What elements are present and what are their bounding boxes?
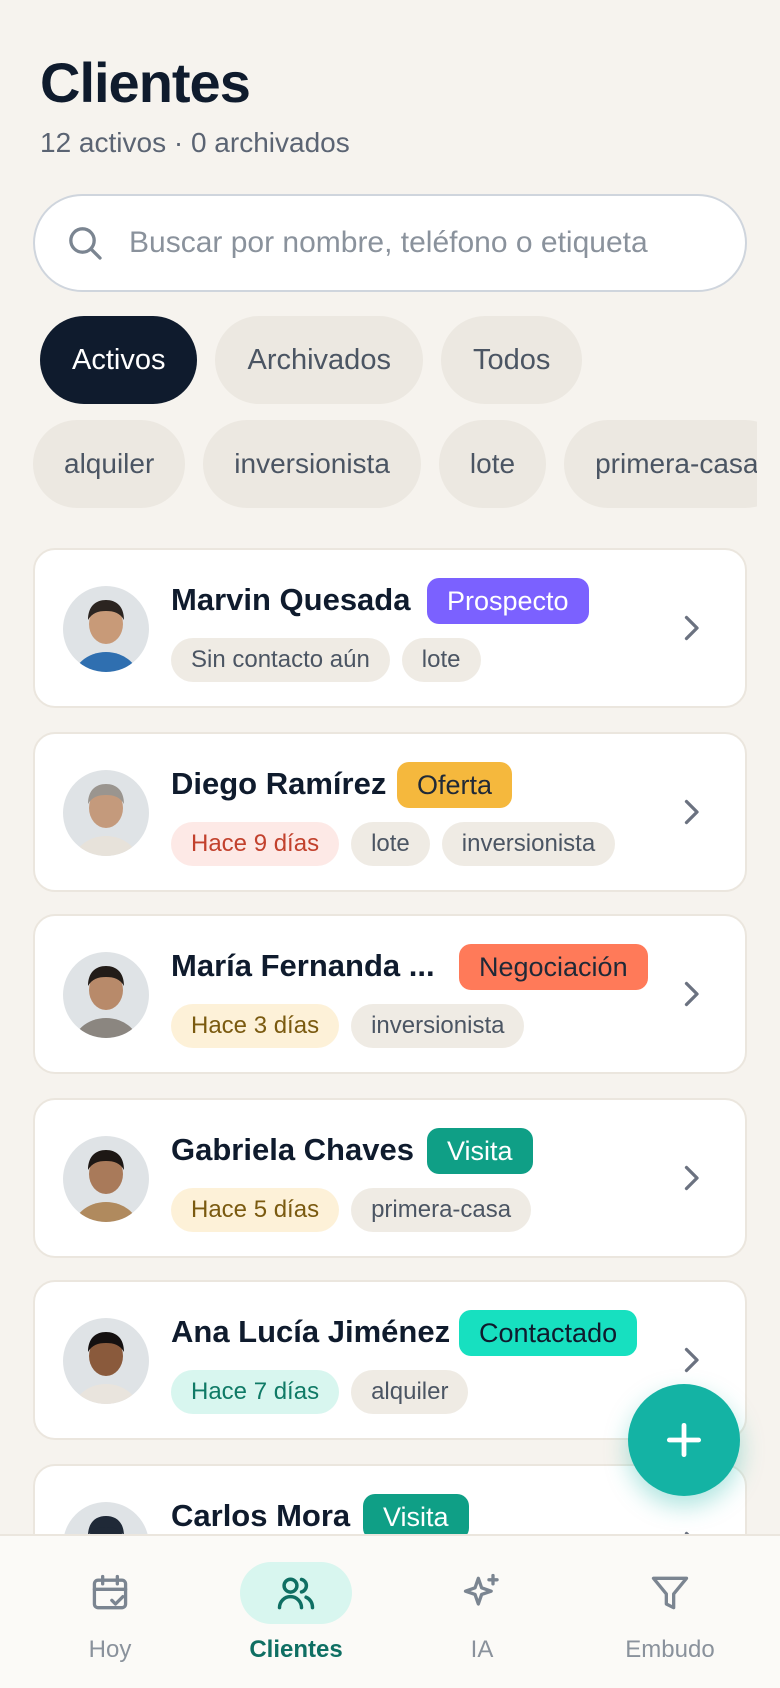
add-client-button[interactable] <box>628 1384 740 1496</box>
status-filter-group: Activos Archivados Todos <box>40 316 583 404</box>
search-bar[interactable] <box>33 194 747 292</box>
nav-label: Hoy <box>88 1636 132 1663</box>
avatar <box>63 586 149 672</box>
plus-icon <box>666 1422 702 1458</box>
calendar-icon <box>92 1574 128 1610</box>
filter-chip-todos[interactable]: Todos <box>440 316 583 404</box>
tag-chip-alquiler[interactable]: alquiler <box>33 420 186 508</box>
client-name: Diego Ramírez <box>171 766 387 801</box>
sparkles-icon <box>463 1573 499 1606</box>
search-icon <box>69 227 102 260</box>
client-card[interactable]: María Fernanda ... Negociación Hace 3 días… <box>33 914 747 1074</box>
tag-filter-row[interactable]: alquiler inversionista lote primera-casa <box>33 420 757 508</box>
stage-badge: Negociación <box>459 944 648 990</box>
chevron-right-icon <box>684 981 699 1007</box>
avatar <box>63 1136 149 1222</box>
client-tag: primera-casa <box>351 1188 532 1232</box>
page-title: Clientes <box>40 51 251 114</box>
nav-item-clientes[interactable]: Clientes <box>226 1562 366 1664</box>
last-contact-pill: Hace 7 días <box>171 1370 340 1414</box>
tag-chip-lote[interactable]: lote <box>438 420 547 508</box>
stage-badge: Contactado <box>459 1310 638 1356</box>
chevron-right-icon <box>684 1347 699 1373</box>
nav-item-hoy[interactable]: Hoy <box>40 1562 180 1664</box>
nav-item-embudo[interactable]: Embudo <box>600 1562 740 1664</box>
page-subtitle: 12 activos · 0 archivados <box>40 127 350 158</box>
client-name: Carlos Mora <box>171 1498 351 1533</box>
avatar <box>63 770 149 856</box>
bottom-nav: Hoy Clientes IA Embudo <box>0 1534 780 1688</box>
client-name: Ana Lucía Jiménez <box>171 1314 451 1349</box>
tag-chip-primera-casa[interactable]: primera-casa <box>564 420 757 508</box>
client-tag: inversionista <box>351 1004 525 1048</box>
nav-label: Clientes <box>249 1636 343 1663</box>
client-meta: Hace 5 días primera-casa <box>171 1188 532 1232</box>
client-card[interactable]: Diego Ramírez Oferta Hace 9 días lote invers… <box>33 732 747 892</box>
search-input[interactable] <box>129 226 729 260</box>
client-tag: alquiler <box>351 1370 469 1414</box>
filter-chip-activos[interactable]: Activos <box>40 316 198 404</box>
client-card[interactable]: Marvin Quesada Prospecto Sin contacto aún l… <box>33 548 747 708</box>
header: Clientes 12 activos · 0 archivados <box>40 50 350 159</box>
nav-label: IA <box>470 1636 494 1663</box>
chevron-right-icon <box>684 615 699 641</box>
stage-badge: Prospecto <box>427 578 589 624</box>
client-tag: lote <box>401 638 481 682</box>
nav-label: Embudo <box>625 1636 715 1663</box>
chevron-right-icon <box>684 1165 699 1191</box>
last-contact-pill: Hace 9 días <box>171 822 340 866</box>
avatar <box>63 952 149 1038</box>
client-name: María Fernanda ... <box>171 948 435 983</box>
client-name: Gabriela Chaves <box>171 1132 414 1167</box>
filter-chip-archivados[interactable]: Archivados <box>215 316 423 404</box>
client-meta: Hace 3 días inversionista <box>171 1004 525 1048</box>
nav-item-ia[interactable]: IA <box>412 1562 552 1664</box>
stage-badge: Oferta <box>397 762 513 808</box>
users-icon <box>277 1577 315 1610</box>
last-contact-pill: Sin contacto aún <box>171 638 390 682</box>
client-meta: Hace 9 días lote inversionista <box>171 822 616 866</box>
tag-chip-inversionista[interactable]: inversionista <box>203 420 421 508</box>
client-tag: inversionista <box>441 822 616 866</box>
client-meta: Hace 7 días alquiler <box>171 1370 469 1414</box>
client-card[interactable]: Gabriela Chaves Visita Hace 5 días primera-… <box>33 1098 747 1258</box>
avatar <box>63 1318 149 1404</box>
last-contact-pill: Hace 5 días <box>171 1188 340 1232</box>
client-meta: Sin contacto aún lote <box>171 638 481 682</box>
last-contact-pill: Hace 3 días <box>171 1004 340 1048</box>
client-tag: lote <box>351 822 430 866</box>
stage-badge: Visita <box>427 1128 533 1174</box>
chevron-right-icon <box>684 799 699 825</box>
funnel-icon <box>651 1576 689 1610</box>
client-name: Marvin Quesada <box>171 582 411 617</box>
